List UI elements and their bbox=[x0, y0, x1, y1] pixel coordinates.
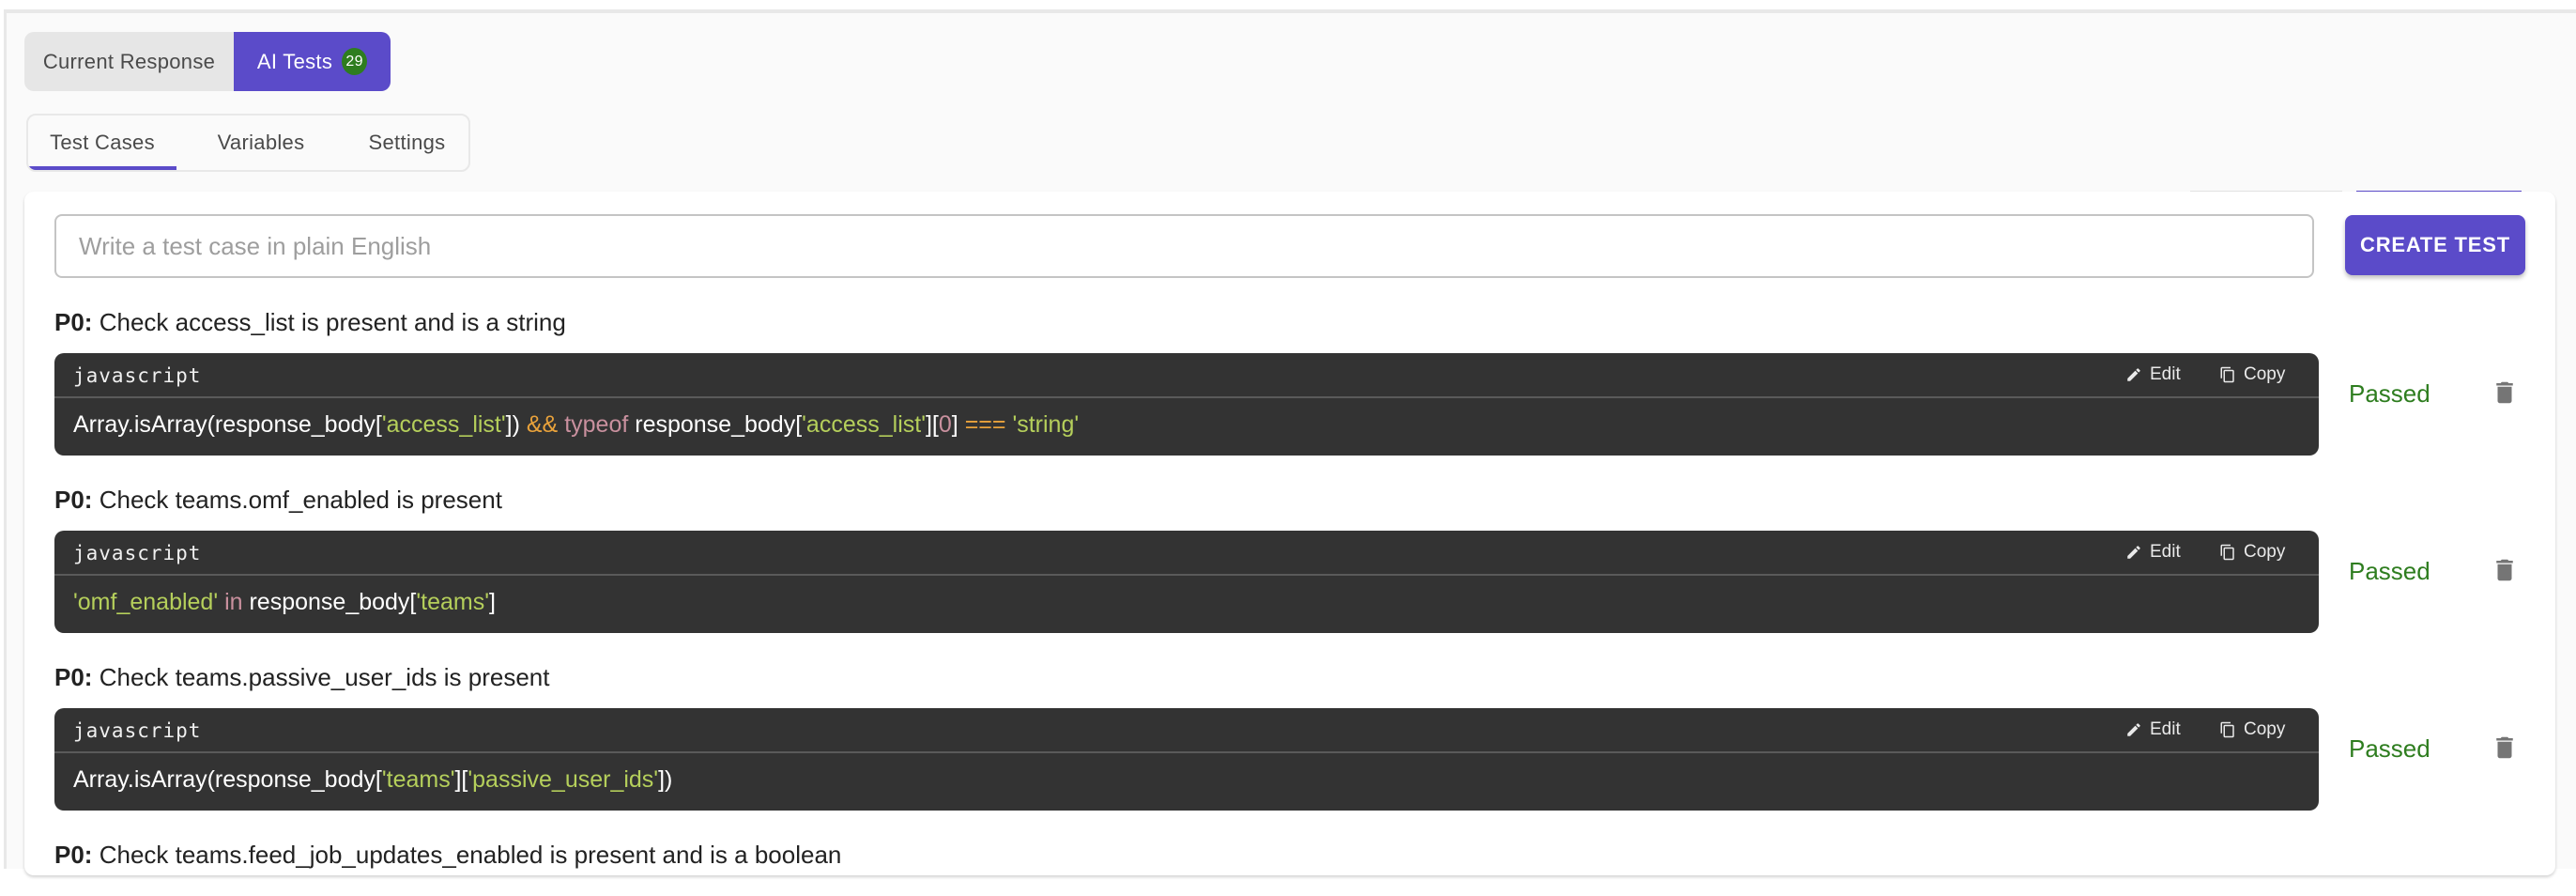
toggle-current-response-label: Current Response bbox=[42, 49, 216, 73]
test-description: Check teams.omf_enabled is present bbox=[99, 486, 502, 514]
tab-variables-label: Variables bbox=[217, 131, 305, 154]
test-case: P0: Check teams.passive_user_ids is pres… bbox=[54, 547, 2533, 811]
tab-test-cases[interactable]: Test Cases bbox=[28, 116, 176, 170]
test-description: Check access_list is present and is a st… bbox=[99, 308, 566, 336]
view-toggle: Current Response AI Tests 29 bbox=[24, 32, 391, 91]
toggle-ai-tests-label: AI Tests bbox=[256, 49, 333, 73]
toggle-current-response[interactable]: Current Response bbox=[24, 32, 234, 91]
test-title: P0: Check teams.passive_user_ids is pres… bbox=[54, 663, 549, 691]
test-case: P0: Check teams.omf_enabled is present j… bbox=[54, 369, 2533, 633]
test-priority: P0: bbox=[54, 486, 93, 514]
active-tab-indicator bbox=[28, 166, 176, 170]
test-priority: P0: bbox=[54, 663, 93, 691]
tab-variables[interactable]: Variables bbox=[176, 116, 345, 170]
toggle-ai-tests[interactable]: AI Tests 29 bbox=[234, 32, 391, 91]
tab-settings[interactable]: Settings bbox=[345, 116, 468, 170]
test-description: Check teams.feed_job_updates_enabled is … bbox=[99, 841, 842, 869]
tab-settings-label: Settings bbox=[368, 131, 446, 154]
test-priority: P0: bbox=[54, 841, 93, 869]
ai-tests-count-badge: 29 bbox=[342, 48, 368, 75]
test-title: P0: Check teams.omf_enabled is present bbox=[54, 486, 502, 514]
test-description: Check teams.passive_user_ids is present bbox=[99, 663, 550, 691]
test-title: P0: Check teams.feed_job_updates_enabled… bbox=[54, 841, 841, 869]
test-priority: P0: bbox=[54, 308, 93, 336]
test-case: P0: Check teams.feed_job_updates_enabled… bbox=[54, 724, 2533, 875]
test-case: P0: Check access_list is present and is … bbox=[54, 192, 2533, 456]
tab-test-cases-label: Test Cases bbox=[50, 131, 155, 154]
test-title: P0: Check access_list is present and is … bbox=[54, 308, 566, 336]
subtabs: Test Cases Variables Settings bbox=[26, 114, 470, 172]
test-cases-card: CREATE TEST P0: Check access_list is pre… bbox=[24, 192, 2555, 875]
